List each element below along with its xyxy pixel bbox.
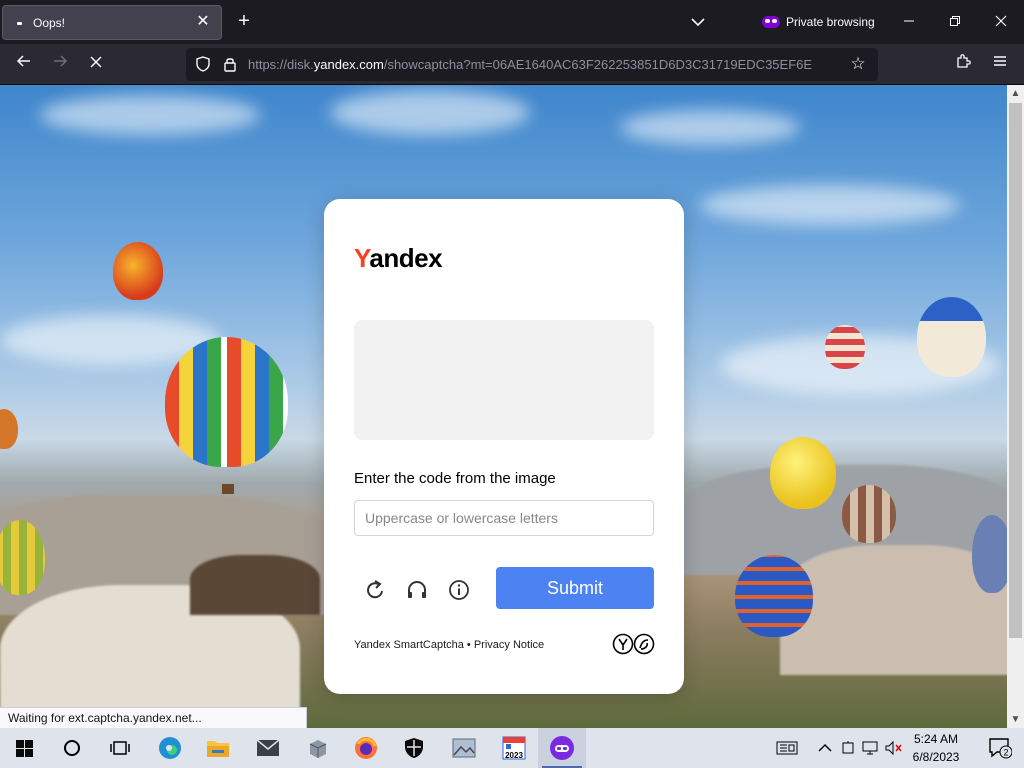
url-path: /showcaptcha?mt=06AE1640AC63F262253851D6… <box>383 57 813 72</box>
captcha-card: Yandex Enter the code from the image Sub… <box>324 199 684 694</box>
scrollbar-thumb[interactable] <box>1009 103 1022 638</box>
captcha-footer: Yandex SmartCaptcha • Privacy Notice <box>354 639 544 651</box>
svg-text:2023: 2023 <box>505 751 523 760</box>
status-panel: Waiting for ext.captcha.yandex.net... <box>0 707 307 728</box>
navigation-toolbar: https://disk.yandex.com/showcaptcha?mt=0… <box>0 44 1024 85</box>
hamburger-menu-icon <box>994 56 1006 66</box>
address-bar[interactable]: https://disk.yandex.com/showcaptcha?mt=0… <box>186 48 878 81</box>
minimize-icon <box>904 20 914 22</box>
taskbar-edge[interactable] <box>146 728 194 768</box>
show-hidden-icons-chevron-icon[interactable] <box>815 740 835 756</box>
page-scrollbar[interactable]: ▲ ▼ <box>1007 85 1024 728</box>
task-view-button[interactable] <box>96 728 144 768</box>
taskbar-mail[interactable] <box>244 728 292 768</box>
info-icon[interactable] <box>444 575 474 605</box>
taskbar-calendar-app[interactable]: 2023 <box>490 728 538 768</box>
back-arrow-icon <box>16 55 30 67</box>
mail-envelope-icon <box>256 739 280 756</box>
edge-browser-icon <box>159 737 181 759</box>
puzzle-piece-icon <box>957 54 971 68</box>
url-text[interactable]: https://disk.yandex.com/showcaptcha?mt=0… <box>248 57 842 73</box>
tab-title: Oops! <box>33 16 66 30</box>
privacy-notice-link[interactable]: Privacy Notice <box>474 639 544 651</box>
restore-icon <box>950 16 960 26</box>
notifications-icon: 2 <box>989 738 1012 759</box>
installer-box-icon <box>309 740 327 758</box>
url-prefix: https://disk. <box>248 57 314 72</box>
submit-button[interactable]: Submit <box>496 567 654 609</box>
list-all-tabs-chevron-icon[interactable] <box>686 10 710 34</box>
forward-button[interactable] <box>47 52 73 78</box>
lock-icon[interactable] <box>221 55 239 73</box>
firefox-private-icon <box>550 736 574 760</box>
refresh-icon[interactable] <box>360 575 390 605</box>
scroll-down-arrow-icon[interactable]: ▼ <box>1007 711 1024 728</box>
start-button[interactable] <box>0 728 48 768</box>
captcha-image-placeholder <box>354 320 654 440</box>
bookmark-star-icon[interactable]: ☆ <box>848 54 868 74</box>
action-center-button[interactable]: 2 <box>976 728 1024 768</box>
search-button[interactable] <box>48 728 96 768</box>
taskbar-firefox-private[interactable] <box>538 728 586 768</box>
tab-close-icon[interactable]: ✕ <box>193 12 213 32</box>
tray-app-icon[interactable] <box>838 740 858 756</box>
task-view-icon <box>110 741 130 755</box>
scroll-up-arrow-icon[interactable]: ▲ <box>1007 85 1024 102</box>
tracking-protection-shield-icon[interactable] <box>194 55 212 73</box>
url-domain: yandex.com <box>313 57 384 72</box>
clock-time: 5:24 AM <box>913 732 959 746</box>
taskbar-file-explorer[interactable] <box>194 728 242 768</box>
captcha-code-input[interactable] <box>354 500 654 536</box>
loading-favicon-icon <box>17 22 22 25</box>
search-circle-icon <box>64 740 80 756</box>
back-button[interactable] <box>11 52 37 78</box>
calendar-2023-icon: 2023 <box>502 736 526 760</box>
clock-date: 6/8/2023 <box>912 750 960 764</box>
private-browsing-indicator: Private browsing <box>762 12 875 32</box>
new-tab-button[interactable]: + <box>232 10 256 34</box>
svg-text:2: 2 <box>1003 748 1008 758</box>
shield-icon <box>405 738 423 758</box>
windows-logo-icon <box>15 739 33 757</box>
news-widget-icon[interactable] <box>776 740 798 756</box>
picture-icon <box>452 738 476 758</box>
stop-loading-button[interactable] <box>83 52 109 78</box>
firefox-icon <box>355 737 377 759</box>
captcha-prompt: Enter the code from the image <box>354 470 556 487</box>
stop-icon <box>90 56 102 68</box>
close-window-button[interactable] <box>986 8 1016 36</box>
audio-headphones-icon[interactable] <box>402 575 432 605</box>
tab-active[interactable]: Oops! ✕ <box>2 5 222 40</box>
close-icon <box>995 15 1007 27</box>
network-icon[interactable] <box>861 740 881 756</box>
restore-button[interactable] <box>940 8 970 36</box>
minimize-button[interactable] <box>894 8 924 36</box>
windows-taskbar: 2023 5:24 AM 6/8/2023 2 <box>0 728 1024 768</box>
yandex-smartcaptcha-brand-icon <box>612 633 655 655</box>
browser-tab-bar: Oops! ✕ + Private browsing <box>0 0 1024 44</box>
yandex-logo: Yandex <box>354 243 443 273</box>
app-menu-button[interactable] <box>987 52 1013 78</box>
private-browsing-label: Private browsing <box>786 15 875 29</box>
folder-icon <box>207 741 229 757</box>
taskbar-security[interactable] <box>390 728 438 768</box>
taskbar-app-cube[interactable] <box>294 728 342 768</box>
smartcaptcha-label: Yandex SmartCaptcha <box>354 639 464 651</box>
taskbar-firefox[interactable] <box>342 728 390 768</box>
forward-arrow-icon <box>54 55 68 67</box>
system-clock[interactable]: 5:24 AM 6/8/2023 <box>900 730 972 766</box>
taskbar-photos[interactable] <box>440 728 488 768</box>
private-mask-icon <box>762 16 780 28</box>
extensions-button[interactable] <box>951 52 977 78</box>
footer-separator: • <box>463 639 474 651</box>
